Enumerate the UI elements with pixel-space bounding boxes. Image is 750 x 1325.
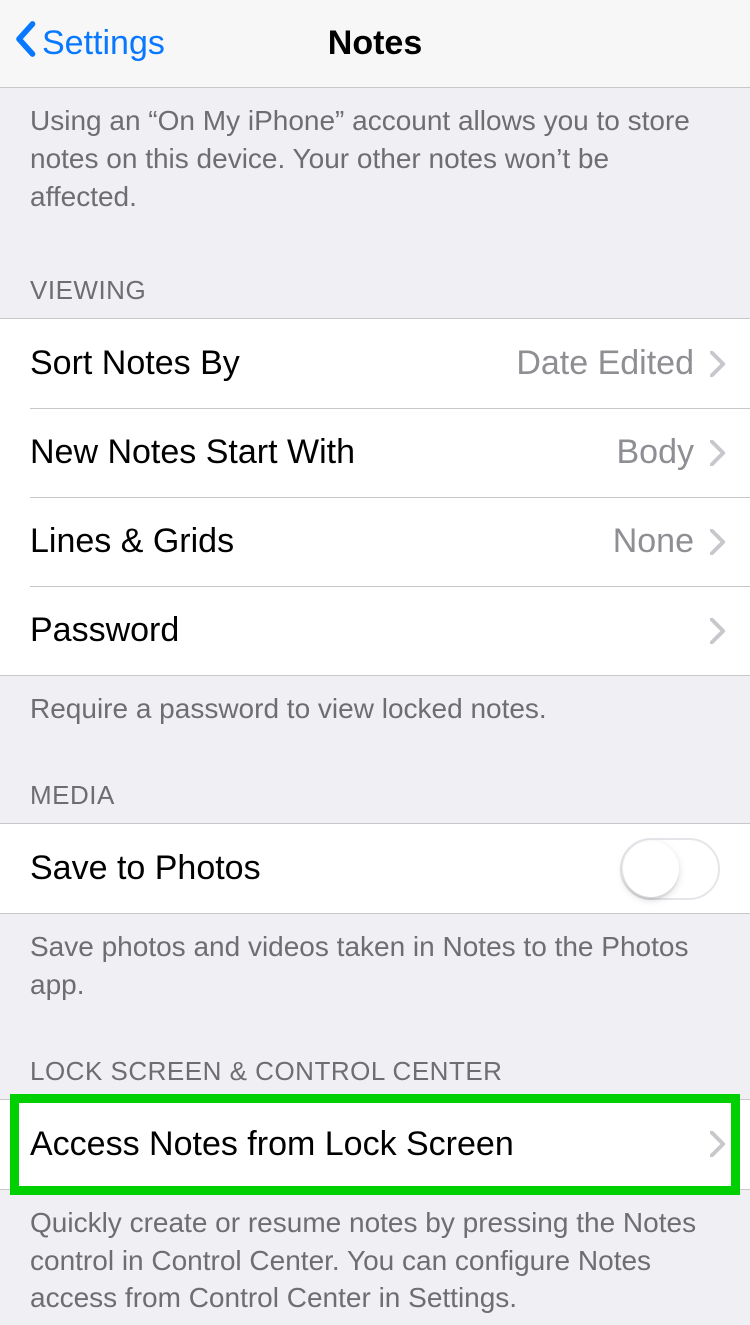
back-button[interactable]: Settings xyxy=(0,21,165,66)
chevron-right-icon xyxy=(710,1131,726,1157)
new-notes-start-with-row[interactable]: New Notes Start With Body xyxy=(0,408,750,497)
save-to-photos-label: Save to Photos xyxy=(30,849,620,888)
viewing-footer: Require a password to view locked notes. xyxy=(0,676,750,736)
lockscreen-list: Access Notes from Lock Screen xyxy=(0,1099,750,1190)
password-row[interactable]: Password xyxy=(0,586,750,675)
sort-notes-by-row[interactable]: Sort Notes By Date Edited xyxy=(0,319,750,408)
switch-knob xyxy=(623,841,679,897)
access-notes-label: Access Notes from Lock Screen xyxy=(30,1125,710,1164)
save-to-photos-switch[interactable] xyxy=(620,838,720,900)
lockscreen-header: LOCK SCREEN & CONTROL CENTER xyxy=(0,1012,750,1099)
access-notes-from-lock-screen-row[interactable]: Access Notes from Lock Screen xyxy=(0,1100,750,1189)
lines-grids-value: None xyxy=(613,522,694,561)
lines-grids-label: Lines & Grids xyxy=(30,522,613,561)
on-my-iphone-footer: Using an “On My iPhone” account allows y… xyxy=(0,88,750,223)
new-notes-start-with-value: Body xyxy=(617,433,695,472)
chevron-right-icon xyxy=(710,529,726,555)
lockscreen-footer: Quickly create or resume notes by pressi… xyxy=(0,1190,750,1325)
lines-grids-row[interactable]: Lines & Grids None xyxy=(0,497,750,586)
viewing-list: Sort Notes By Date Edited New Notes Star… xyxy=(0,318,750,676)
back-label: Settings xyxy=(42,24,165,63)
media-list: Save to Photos xyxy=(0,823,750,914)
new-notes-start-with-label: New Notes Start With xyxy=(30,433,617,472)
chevron-left-icon xyxy=(14,21,36,66)
chevron-right-icon xyxy=(710,440,726,466)
chevron-right-icon xyxy=(710,618,726,644)
save-to-photos-row: Save to Photos xyxy=(0,824,750,913)
password-label: Password xyxy=(30,611,710,650)
navbar: Settings Notes xyxy=(0,0,750,88)
media-header: MEDIA xyxy=(0,736,750,823)
media-footer: Save photos and videos taken in Notes to… xyxy=(0,914,750,1012)
viewing-header: VIEWING xyxy=(0,223,750,318)
sort-notes-by-value: Date Edited xyxy=(516,344,694,383)
sort-notes-by-label: Sort Notes By xyxy=(30,344,516,383)
chevron-right-icon xyxy=(710,351,726,377)
